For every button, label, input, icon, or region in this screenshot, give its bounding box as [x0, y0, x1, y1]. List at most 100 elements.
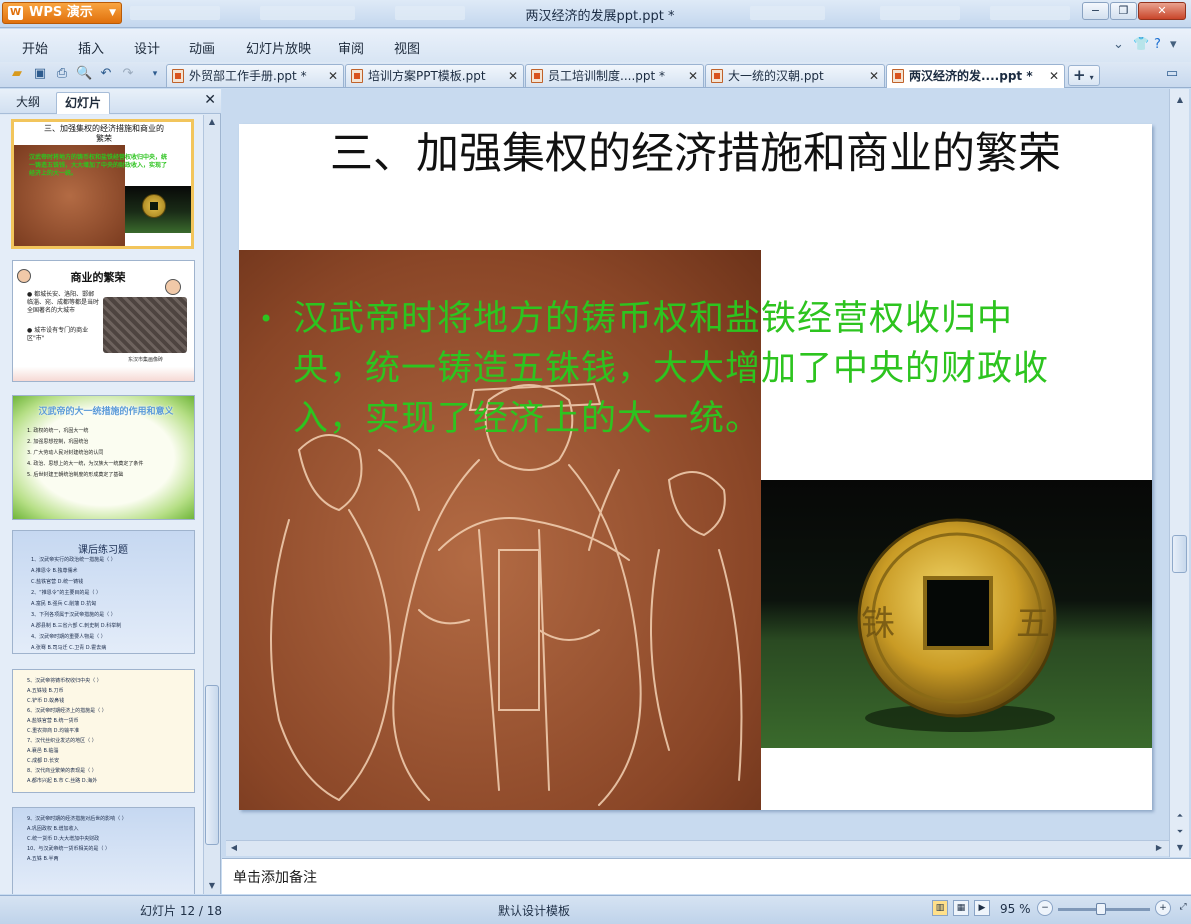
close-tab-icon[interactable]: ✕ [869, 65, 879, 87]
menu-review[interactable]: 审阅 [338, 38, 364, 57]
chevron-down-icon: ▾ [1089, 73, 1094, 82]
fit-window-icon[interactable]: ⤢ [1175, 900, 1191, 916]
bullet-icon: • [259, 305, 275, 333]
thumbnail-slide-14[interactable]: 汉武帝的大一统措施的作用和意义 1. 政权的统一，巩固大一统 2. 加强思想控制… [12, 395, 195, 520]
thumbnail-title: 汉武帝的大一统措施的作用和意义 [38, 407, 174, 417]
thumbnail-caption: 东汉市集画像砖 [128, 357, 164, 363]
window-layout-icon[interactable]: ▭ [1164, 66, 1180, 82]
zoom-out-icon[interactable]: − [1037, 900, 1053, 916]
undo-icon[interactable]: ↶ [98, 66, 114, 82]
thumbnail-slide-16[interactable]: 5、汉武帝将铸币权收归中央（ ） A.五铢钱 B.刀币 C.铲币 D.蚁鼻钱 6… [12, 669, 195, 793]
taskbar-ghost [130, 6, 220, 20]
ppt-file-icon [892, 69, 904, 83]
doc-tab-1[interactable]: 外贸部工作手册.ppt * ✕ [166, 64, 344, 87]
coin-glyph: 铢 [861, 604, 895, 644]
minimize-button[interactable]: − [1082, 2, 1109, 20]
text-line: A.五铢 B.半两 [27, 856, 59, 862]
zoom-slider-handle[interactable] [1096, 903, 1106, 915]
skin-icon[interactable]: 👕 [1133, 37, 1149, 52]
zoom-slider[interactable] [1058, 903, 1150, 915]
close-button[interactable]: ✕ [1138, 2, 1186, 20]
scrollbar-thumb[interactable] [1172, 535, 1187, 573]
restore-button[interactable]: ❐ [1110, 2, 1137, 20]
text-line: C.铲币 D.蚁鼻钱 [27, 698, 65, 704]
slide-indicator: 幻灯片 12 / 18 [140, 904, 223, 918]
text-line: 2. 加强思想控制，巩固统治 [27, 439, 89, 445]
app-logo-label: WPS 演示 [29, 5, 93, 20]
customize-toolbar-icon[interactable]: ▾ [147, 66, 163, 82]
notes-pane[interactable]: 单击添加备注 [222, 858, 1191, 894]
doc-tab-2[interactable]: 培训方案PPT模板.ppt ✕ [345, 64, 524, 87]
text-line: 3. 广大劳动人民对封建统治的认同 [27, 450, 104, 456]
scrollbar-thumb[interactable] [205, 685, 219, 845]
scroll-left-icon[interactable]: ◀ [226, 841, 242, 855]
zoom-in-icon[interactable]: + [1155, 900, 1171, 916]
print-icon[interactable]: ⎙ [54, 66, 70, 82]
close-pane-icon[interactable]: ✕ [204, 92, 216, 108]
previous-slide-icon[interactable]: ⏶ [1172, 809, 1188, 823]
slide-sorter-icon[interactable]: ▦ [953, 900, 969, 916]
editor-vertical-scrollbar[interactable]: ▲ ⏶ ⏷ ▼ [1169, 89, 1189, 857]
app-menu-button[interactable]: W WPS 演示 ▼ [2, 2, 122, 24]
menu-insert[interactable]: 插入 [78, 38, 104, 57]
slideshow-view-icon[interactable]: ▶ [974, 900, 990, 916]
menu-design[interactable]: 设计 [134, 38, 160, 57]
menu-slideshow[interactable]: 幻灯片放映 [246, 38, 311, 57]
scroll-up-icon[interactable]: ▲ [1172, 93, 1188, 107]
slide-title[interactable]: 三、加强集权的经济措施和商业的繁荣 [279, 126, 1112, 182]
menu-home[interactable]: 开始 [22, 38, 48, 57]
wps-logo-icon: W [8, 6, 23, 20]
text-line: 10、与汉武帝统一货币相关的是（ ） [27, 846, 110, 852]
thumbnail-slide-12[interactable]: 三、加强集权的经济措施和商业的繁荣 汉武帝时将地方的铸币权和盐铁经营权收归中央，… [11, 119, 194, 249]
slides-pane: 大纲 幻灯片 ✕ 12 ☆ 三、加强集权的经济措施和商业的繁荣 汉武帝时将地方的… [0, 89, 221, 894]
menu-view[interactable]: 视图 [394, 38, 420, 57]
editor-horizontal-scrollbar[interactable]: ◀ ▶ [226, 840, 1169, 856]
close-tab-icon[interactable]: ✕ [1049, 65, 1059, 87]
menu-animation[interactable]: 动画 [189, 38, 215, 57]
collapse-ribbon-icon[interactable]: ⌄ [1113, 37, 1124, 52]
slide-body-textbox[interactable]: • 汉武帝时将地方的铸币权和盐铁经营权收归中央，统一铸造五铢钱，大大增加了中央的… [259, 294, 1073, 444]
text-line: A.盐铁官营 B.统一货币 [27, 718, 79, 724]
wps-presentation-window: W WPS 演示 ▼ 两汉经济的发展ppt.ppt * − ❐ ✕ 开始 插入 … [0, 0, 1191, 924]
tab-outline[interactable]: 大纲 [8, 92, 48, 114]
plus-icon: + [1073, 66, 1086, 84]
taskbar-ghost [990, 6, 1070, 20]
text-line: A.张骞 B.司马迁 C.卫青 D.霍去病 [31, 645, 107, 651]
doc-tab-4[interactable]: 大一统的汉朝.ppt ✕ [705, 64, 885, 87]
coin-icon [142, 194, 166, 218]
scroll-down-icon[interactable]: ▼ [1172, 841, 1188, 855]
chevron-down-icon[interactable]: ▾ [1170, 37, 1177, 52]
taskbar-ghost [395, 6, 465, 20]
ppt-file-icon [172, 69, 184, 83]
taskbar-ghost [260, 6, 355, 20]
text-line: A.富民 B.强兵 C.削藩 D.抗匈 [31, 601, 97, 607]
close-tab-icon[interactable]: ✕ [328, 65, 338, 87]
scroll-down-icon[interactable]: ▼ [204, 879, 220, 893]
text-line: C.重农抑商 D.均输平准 [27, 728, 80, 734]
scroll-up-icon[interactable]: ▲ [204, 115, 220, 129]
taskbar-ghost [750, 6, 825, 20]
slide-canvas[interactable]: 五 铢 三、加强集权的经济措施和商业的繁荣 • 汉武帝时将地方的铸币权和盐铁经营… [239, 124, 1152, 810]
thumbnail-slide-17[interactable]: 9、汉武帝时期的经济措施对后世的影响（ ） A.巩固政权 B.增加收入 C.统一… [12, 807, 195, 894]
text-line: 5. 后世封建王朝统治制度的形成奠定了基础 [27, 472, 124, 478]
wuzhu-coin-image[interactable]: 五 铢 [761, 480, 1152, 748]
redo-icon[interactable]: ↷ [120, 66, 136, 82]
close-tab-icon[interactable]: ✕ [688, 65, 698, 87]
thumbnail-slide-13[interactable]: 商业的繁荣 ● 都城长安、洛阳、邯郸临淄、宛、成都等都是当时全国著名的大城市 ●… [12, 260, 195, 382]
doc-tab-3[interactable]: 员工培训制度....ppt * ✕ [525, 64, 704, 87]
thumbnail-slide-15[interactable]: 课后练习题 1、汉武帝实行的政治统一措施是（ ） A.推恩令 B.独尊儒术 C.… [12, 530, 195, 654]
scroll-right-icon[interactable]: ▶ [1151, 841, 1167, 855]
text-line: C.盐铁官营 D.统一铸钱 [31, 579, 84, 585]
normal-view-icon[interactable]: ▥ [932, 900, 948, 916]
doc-tab-5-active[interactable]: 两汉经济的发....ppt * ✕ [886, 64, 1065, 88]
print-preview-icon[interactable]: 🔍 [76, 66, 92, 82]
help-icon[interactable]: ? [1154, 37, 1161, 52]
new-tab-button[interactable]: + ▾ [1068, 65, 1100, 86]
tab-slides[interactable]: 幻灯片 [56, 92, 111, 114]
thumbnail-scrollbar[interactable]: ▲ ▼ [203, 115, 220, 894]
open-folder-icon[interactable]: ▰ [9, 66, 25, 82]
next-slide-icon[interactable]: ⏷ [1172, 825, 1188, 839]
close-tab-icon[interactable]: ✕ [508, 65, 518, 87]
cartoon-avatar-icon [165, 279, 181, 295]
save-icon[interactable]: ▣ [32, 66, 48, 82]
